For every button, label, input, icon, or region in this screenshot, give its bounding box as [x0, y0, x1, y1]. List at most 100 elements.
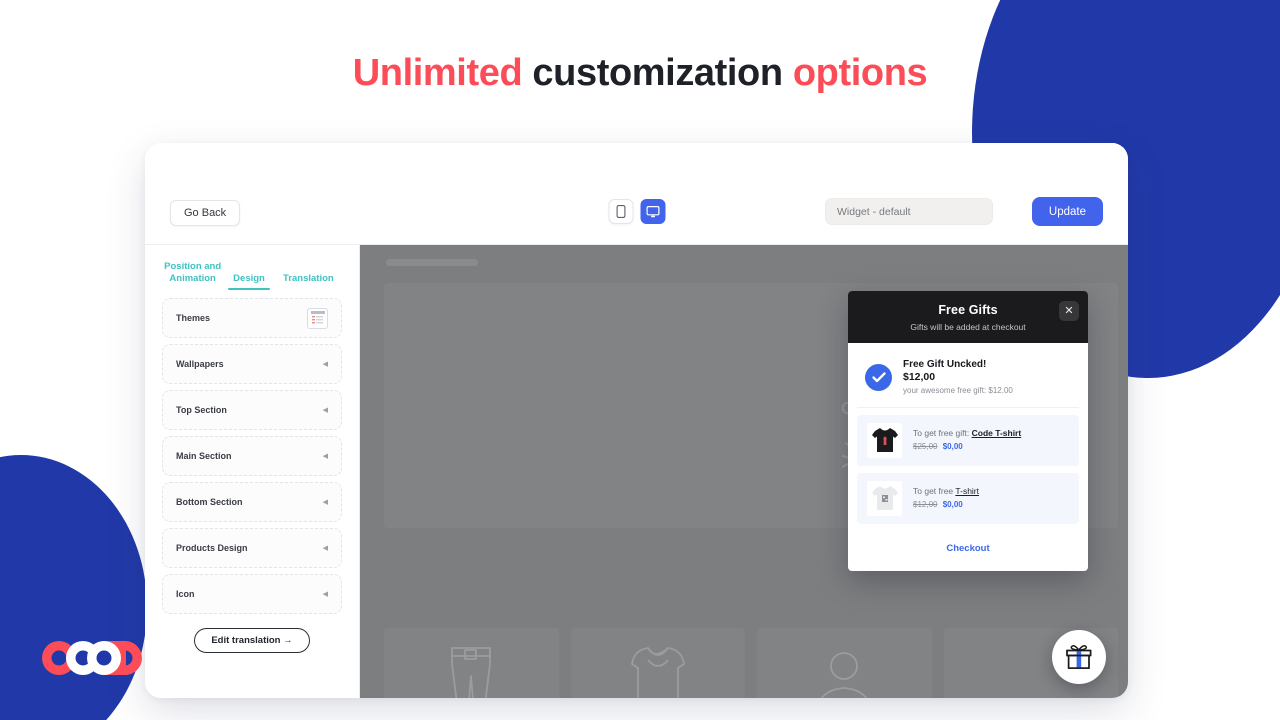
- go-back-label: Go Back: [184, 207, 227, 219]
- chevron-right-icon: ◀: [322, 407, 328, 414]
- mobile-phone-icon: [616, 205, 625, 218]
- tab-label: Translation: [283, 273, 334, 285]
- gift-box-icon: [1066, 644, 1092, 669]
- sidebar-item-wallpapers[interactable]: Wallpapers ◀: [162, 344, 342, 384]
- page-title: Unlimited customization options: [0, 52, 1280, 95]
- black-tshirt-thumbnail: [867, 422, 902, 458]
- free-gifts-title: Free Gifts: [938, 303, 998, 317]
- gift-floating-button[interactable]: [1052, 630, 1106, 684]
- chevron-right-icon: ◀: [322, 453, 328, 460]
- white-tshirt-icon: [871, 486, 898, 511]
- design-panel-list: Themes Wallpapers ◀ Top Section ◀ Main S…: [162, 298, 342, 614]
- sidebar-item-main-section[interactable]: Main Section ◀: [162, 436, 342, 476]
- sidebar-item-products-design[interactable]: Products Design ◀: [162, 528, 342, 568]
- gift-item-line: To get free T-shirt: [913, 485, 979, 497]
- chevron-right-icon: ◀: [322, 591, 328, 598]
- person-illustration-icon: [820, 652, 868, 698]
- check-circle-icon: [865, 363, 892, 391]
- checkout-link[interactable]: Checkout: [946, 543, 989, 554]
- preview-skeleton-title: [386, 259, 478, 266]
- gift-item-old-price: $25,00: [913, 442, 938, 452]
- update-label: Update: [1048, 205, 1086, 218]
- sidebar-item-label: Main Section: [176, 451, 232, 461]
- tab-label: Design: [233, 273, 265, 285]
- sidebar-item-icon[interactable]: Icon ◀: [162, 574, 342, 614]
- good-logo-icon: [42, 641, 142, 675]
- gift-item-row[interactable]: To get free T-shirt $12,00 $0,00: [857, 472, 1079, 524]
- design-sidebar: Position and Animation Design Translatio…: [145, 245, 360, 698]
- free-gifts-header: Free Gifts Gifts will be added at checko…: [848, 291, 1088, 343]
- free-gifts-footer: Checkout: [848, 524, 1088, 571]
- sidebar-item-top-section[interactable]: Top Section ◀: [162, 390, 342, 430]
- white-tshirt-thumbnail: [867, 480, 902, 516]
- gift-item-name[interactable]: Code T-shirt: [972, 428, 1022, 438]
- tab-label: Position and Animation: [164, 261, 222, 285]
- page-root: Unlimited customization options Go Back …: [0, 0, 1280, 720]
- sweater-illustration-icon: [630, 647, 685, 698]
- app-window: Go Back Widget - default Update Position…: [145, 143, 1128, 698]
- headline-part-2: customization: [532, 52, 783, 94]
- tab-position-and-animation[interactable]: Position and Animation: [162, 261, 223, 290]
- gift-item-price: $12,00 $0,00: [913, 499, 979, 511]
- mobile-preview-button[interactable]: [608, 199, 633, 224]
- gift-item-line: To get free gift: Code T-shirt: [913, 427, 1021, 439]
- preview-product-row: [384, 628, 1118, 698]
- desktop-monitor-icon: [646, 205, 659, 217]
- store-preview-canvas: Free Gifts Gifts will be added at checko…: [360, 245, 1128, 698]
- gift-item-prefix: To get free gift:: [913, 428, 970, 439]
- update-button[interactable]: Update: [1031, 197, 1103, 226]
- headline-part-1: Unlimited: [352, 52, 523, 94]
- gift-item-text: To get free T-shirt $12,00 $0,00: [913, 485, 979, 511]
- preview-product-card[interactable]: [384, 628, 559, 698]
- black-tshirt-icon: [871, 428, 898, 453]
- sidebar-item-label: Top Section: [176, 405, 227, 415]
- app-body: Position and Animation Design Translatio…: [145, 245, 1128, 698]
- brand-logo: [40, 640, 144, 676]
- themes-thumbnail-icon: [307, 307, 328, 329]
- app-toolbar: Go Back Widget - default Update: [145, 143, 1128, 245]
- gift-item-new-price: $0,00: [942, 500, 963, 510]
- tab-design[interactable]: Design: [223, 273, 274, 290]
- pants-illustration-icon: [451, 647, 492, 698]
- widget-select-value: Widget - default: [837, 205, 911, 218]
- gift-item-old-price: $12,00: [913, 500, 938, 510]
- free-gift-unlocked-row: Free Gift Uncked! $12,00 your awesome fr…: [857, 352, 1079, 408]
- preview-product-card[interactable]: [570, 628, 745, 698]
- gift-item-price: $25,00 $0,00: [913, 441, 1021, 453]
- desktop-preview-button[interactable]: [640, 199, 665, 224]
- free-gifts-subtitle: Gifts will be added at checkout: [910, 322, 1026, 332]
- device-preview-toggle: [608, 199, 665, 224]
- unlocked-heading: Free Gift Uncked!: [903, 359, 987, 370]
- headline-part-3: options: [792, 52, 928, 94]
- preview-product-card[interactable]: [757, 628, 932, 698]
- free-gifts-body: Free Gift Uncked! $12,00 your awesome fr…: [848, 343, 1088, 524]
- sidebar-item-label: Bottom Section: [176, 497, 243, 507]
- unlocked-note: your awesome free gift: $12.00: [903, 386, 1013, 396]
- chevron-right-icon: ◀: [322, 361, 328, 368]
- edit-translation-wrap: Edit translation →: [162, 628, 342, 653]
- widget-select[interactable]: Widget - default: [825, 198, 993, 225]
- sidebar-item-label: Products Design: [176, 543, 248, 553]
- go-back-button[interactable]: Go Back: [170, 200, 241, 226]
- edit-translation-button[interactable]: Edit translation →: [194, 628, 310, 653]
- chevron-right-icon: ◀: [322, 545, 328, 552]
- sidebar-item-bottom-section[interactable]: Bottom Section ◀: [162, 482, 342, 522]
- gift-item-new-price: $0,00: [942, 442, 963, 452]
- close-icon[interactable]: ✕: [1059, 301, 1079, 321]
- sidebar-item-label: Wallpapers: [176, 359, 224, 369]
- gift-item-row[interactable]: To get free gift: Code T-shirt $25,00 $0…: [857, 414, 1079, 466]
- sidebar-item-themes[interactable]: Themes: [162, 298, 342, 338]
- gift-item-prefix: To get free: [913, 486, 954, 497]
- sidebar-tabs: Position and Animation Design Translatio…: [162, 245, 342, 290]
- sidebar-item-label: Themes: [176, 313, 211, 323]
- chevron-right-icon: ◀: [322, 499, 328, 506]
- tab-translation[interactable]: Translation: [275, 273, 342, 290]
- decorative-blob-bottom-left: [0, 455, 147, 720]
- unlocked-price: $12,00: [903, 371, 936, 384]
- free-gift-unlocked-text: Free Gift Uncked! $12,00 your awesome fr…: [903, 358, 1013, 397]
- edit-translation-label: Edit translation →: [211, 635, 293, 646]
- theme-preview-icon: [310, 310, 325, 323]
- gift-item-text: To get free gift: Code T-shirt $25,00 $0…: [913, 427, 1021, 453]
- check-icon: [871, 372, 886, 382]
- gift-item-name[interactable]: T-shirt: [955, 486, 979, 496]
